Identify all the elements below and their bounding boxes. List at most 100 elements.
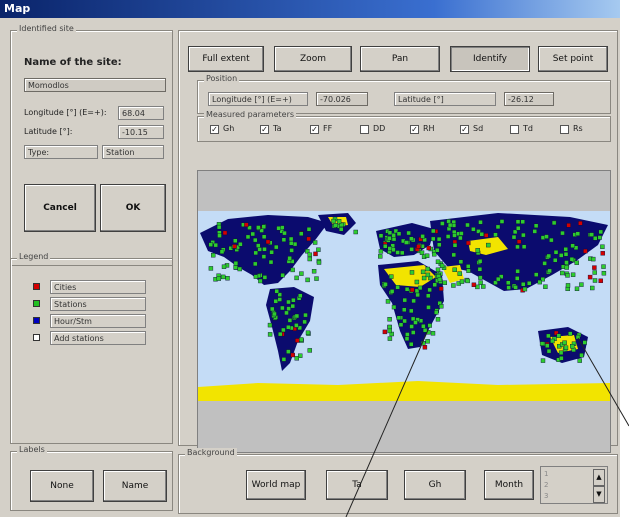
station-marker[interactable]	[600, 244, 605, 249]
station-marker[interactable]	[256, 225, 261, 230]
station-marker[interactable]	[267, 322, 273, 328]
station-marker[interactable]	[446, 219, 451, 224]
station-marker[interactable]	[385, 299, 391, 304]
station-marker[interactable]	[353, 229, 358, 235]
station-marker[interactable]	[396, 231, 402, 236]
station-marker[interactable]	[396, 315, 402, 321]
station-marker[interactable]	[314, 276, 319, 281]
station-marker[interactable]	[445, 234, 451, 239]
cancel-button[interactable]: Cancel	[24, 184, 96, 232]
station-marker[interactable]	[549, 237, 554, 243]
station-marker[interactable]	[425, 272, 431, 278]
station-marker[interactable]	[556, 333, 561, 339]
station-marker[interactable]	[284, 310, 289, 316]
station-marker[interactable]	[262, 275, 268, 280]
toolbar-button-set-point[interactable]: Set point	[538, 46, 608, 72]
world-map-background-button[interactable]: World map	[246, 470, 306, 500]
station-marker[interactable]	[553, 250, 559, 255]
station-marker[interactable]	[282, 230, 287, 236]
station-marker[interactable]	[377, 254, 383, 259]
station-marker[interactable]	[253, 237, 258, 243]
station-marker[interactable]	[534, 272, 539, 277]
month-up-arrow-icon[interactable]: ▲	[593, 469, 605, 486]
station-marker[interactable]	[395, 250, 400, 255]
station-marker[interactable]	[289, 248, 294, 253]
station-marker[interactable]	[426, 293, 431, 299]
parameter-checkbox-ff[interactable]: ✓	[310, 125, 319, 134]
station-marker[interactable]	[435, 317, 441, 322]
city-marker[interactable]	[598, 278, 603, 284]
station-marker[interactable]	[420, 234, 425, 239]
station-marker[interactable]	[409, 236, 414, 241]
city-marker[interactable]	[313, 251, 318, 257]
station-marker[interactable]	[577, 358, 582, 363]
toolbar-button-pan[interactable]: Pan	[360, 46, 440, 72]
parameter-checkbox-td[interactable]	[510, 125, 519, 134]
station-marker[interactable]	[302, 319, 307, 325]
station-marker[interactable]	[434, 310, 439, 315]
station-marker[interactable]	[316, 260, 322, 265]
station-marker[interactable]	[253, 274, 259, 279]
station-marker[interactable]	[459, 279, 465, 284]
station-marker[interactable]	[579, 352, 584, 358]
station-marker[interactable]	[427, 323, 432, 328]
station-marker[interactable]	[451, 223, 457, 228]
station-marker[interactable]	[213, 242, 218, 248]
station-marker[interactable]	[537, 279, 542, 285]
station-marker[interactable]	[294, 323, 299, 328]
station-marker[interactable]	[389, 289, 395, 294]
city-marker[interactable]	[466, 240, 471, 246]
station-marker[interactable]	[447, 222, 453, 228]
station-marker[interactable]	[217, 233, 222, 238]
station-marker[interactable]	[280, 272, 285, 278]
station-marker[interactable]	[559, 355, 564, 361]
station-marker[interactable]	[421, 340, 426, 346]
station-marker[interactable]	[565, 273, 570, 278]
station-marker[interactable]	[437, 276, 443, 282]
station-marker[interactable]	[404, 286, 410, 292]
station-marker[interactable]	[452, 233, 457, 238]
station-marker[interactable]	[544, 234, 549, 239]
station-marker[interactable]	[378, 233, 384, 238]
station-marker[interactable]	[563, 247, 568, 252]
station-marker[interactable]	[408, 342, 414, 347]
station-marker[interactable]	[277, 331, 283, 337]
station-marker[interactable]	[402, 297, 407, 303]
station-marker[interactable]	[387, 328, 392, 334]
station-marker[interactable]	[478, 220, 483, 225]
station-marker[interactable]	[268, 259, 274, 265]
station-marker[interactable]	[512, 229, 518, 235]
station-marker[interactable]	[574, 260, 579, 265]
station-marker[interactable]	[424, 253, 430, 259]
city-marker[interactable]	[265, 239, 271, 245]
station-marker[interactable]	[281, 327, 286, 333]
world-map-view[interactable]	[197, 170, 611, 453]
station-marker[interactable]	[290, 303, 296, 309]
station-marker[interactable]	[568, 331, 573, 336]
station-marker[interactable]	[305, 330, 311, 335]
city-marker[interactable]	[244, 222, 249, 227]
ta-background-button[interactable]: Ta	[326, 470, 388, 500]
labels-name-button[interactable]: Name	[103, 470, 167, 502]
station-marker[interactable]	[383, 282, 388, 287]
station-marker[interactable]	[457, 271, 462, 276]
station-marker[interactable]	[520, 219, 525, 224]
station-marker[interactable]	[286, 299, 291, 305]
month-option[interactable]: 1	[544, 469, 548, 480]
station-marker[interactable]	[437, 242, 442, 248]
station-marker[interactable]	[430, 228, 436, 234]
station-marker[interactable]	[387, 246, 393, 251]
station-marker[interactable]	[280, 225, 285, 230]
station-marker[interactable]	[286, 349, 291, 354]
station-marker[interactable]	[331, 218, 336, 224]
station-marker[interactable]	[511, 234, 517, 240]
station-marker[interactable]	[425, 266, 431, 272]
station-marker[interactable]	[522, 286, 528, 292]
station-marker[interactable]	[451, 283, 456, 288]
station-marker[interactable]	[306, 227, 312, 232]
station-marker[interactable]	[261, 254, 267, 259]
parameter-checkbox-dd[interactable]	[360, 125, 369, 134]
station-marker[interactable]	[451, 252, 457, 258]
station-marker[interactable]	[299, 231, 304, 236]
station-marker[interactable]	[245, 234, 251, 240]
